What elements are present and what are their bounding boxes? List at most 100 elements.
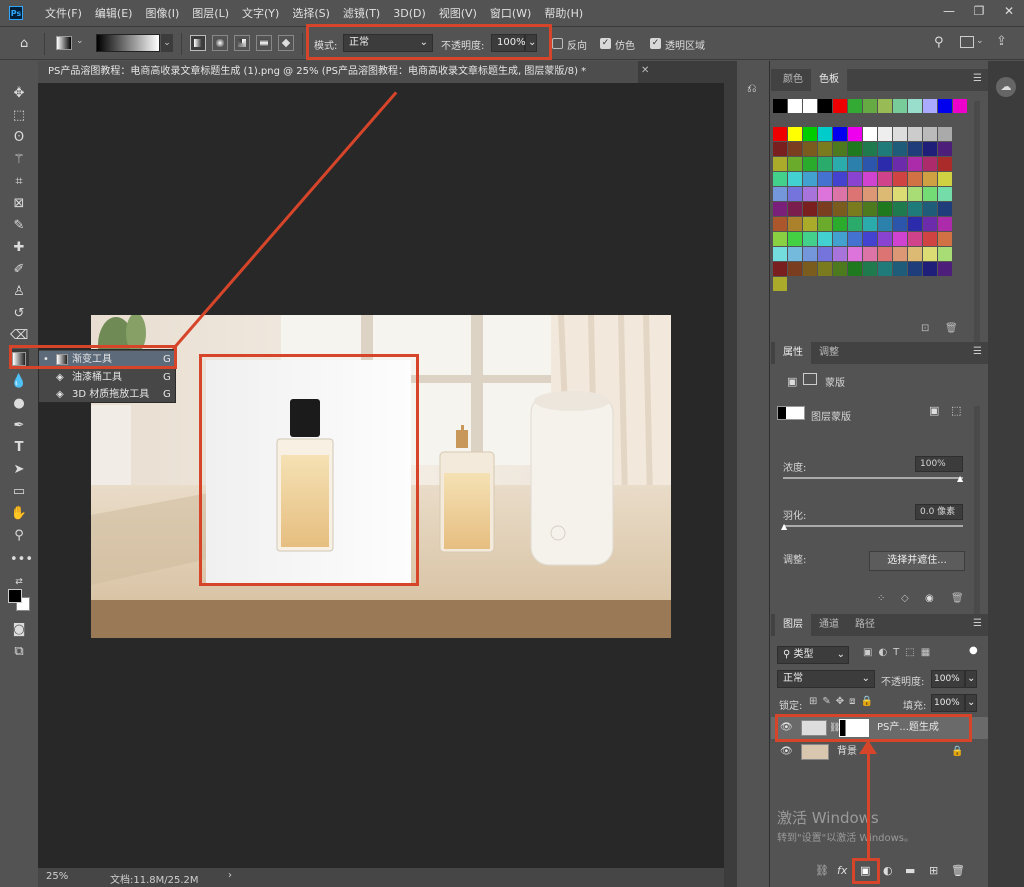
magic-wand-tool-icon[interactable]: ⚚ [10,151,28,169]
tab-close-icon[interactable]: ✕ [641,65,649,76]
swatch[interactable] [848,202,862,216]
status-expand-icon[interactable]: › [228,870,232,881]
swatch[interactable] [788,172,802,186]
swatch[interactable] [863,202,877,216]
home-icon[interactable]: ⌂ [20,36,28,51]
swatch[interactable] [863,157,877,171]
diamond-gradient-icon[interactable] [278,35,294,51]
swatch[interactable] [848,172,862,186]
quick-mask-icon[interactable]: ◙ [10,621,28,639]
swatch[interactable] [938,247,952,261]
swatch[interactable] [938,99,952,113]
tab-channels[interactable]: 通道 [811,614,847,636]
lasso-tool-icon[interactable]: ʘ [10,129,28,147]
density-input[interactable]: 100% [915,456,963,472]
fill-dropdown-icon[interactable]: ⌄ [965,694,977,712]
swatch[interactable] [803,232,817,246]
path-selection-tool-icon[interactable]: ➤ [10,461,28,479]
swatch[interactable] [848,247,862,261]
tab-paths[interactable]: 路径 [847,614,883,636]
menu-filter[interactable]: 滤镜(T) [343,5,380,21]
swatch[interactable] [923,202,937,216]
swatch[interactable] [908,217,922,231]
opacity-dropdown-icon[interactable]: ⌄ [965,670,977,688]
swatch[interactable] [803,202,817,216]
layer-opacity-input[interactable]: 100% [931,670,965,688]
swatch[interactable] [923,217,937,231]
swatch[interactable] [908,172,922,186]
swatch[interactable] [803,217,817,231]
healing-brush-tool-icon[interactable]: ✚ [10,239,28,257]
search-icon[interactable]: ⚲ [934,35,944,50]
swatch[interactable] [788,247,802,261]
swatch[interactable] [833,217,847,231]
swatch[interactable] [848,187,862,201]
swatch[interactable] [878,99,892,113]
swatch[interactable] [818,262,832,276]
swatch[interactable] [833,187,847,201]
transparency-checkbox[interactable]: ✓ [650,38,661,49]
workspace-icon[interactable] [960,36,974,48]
swatch[interactable] [803,127,817,141]
swatch[interactable] [893,142,907,156]
swatch[interactable] [923,99,937,113]
swatch[interactable] [878,142,892,156]
swatch[interactable] [818,127,832,141]
swatch[interactable] [893,187,907,201]
delete-mask-icon[interactable]: 🗑 [951,593,964,604]
swatch[interactable] [863,247,877,261]
filter-toggle-icon[interactable]: ● [969,645,978,656]
menu-image[interactable]: 图像(I) [145,5,179,21]
radial-gradient-icon[interactable] [212,35,228,51]
swatch[interactable] [923,127,937,141]
swatch[interactable] [878,187,892,201]
menu-help[interactable]: 帮助(H) [544,5,583,21]
swatch[interactable] [818,157,832,171]
swatch[interactable] [893,262,907,276]
swatch[interactable] [938,172,952,186]
visibility-eye-icon[interactable]: 👁 [780,741,793,763]
swatch[interactable] [788,157,802,171]
tab-adjustments[interactable]: 调整 [811,342,847,364]
zoom-level[interactable]: 25% [46,871,68,882]
swatch[interactable] [803,247,817,261]
menu-view[interactable]: 视图(V) [439,5,477,21]
vector-mask-icon[interactable] [803,373,817,385]
document-tab[interactable]: PS产品溶图教程：电商高收录文章标题生成 (1).png @ 25% (PS产品… [38,61,638,83]
fill-input[interactable]: 100% [931,694,965,712]
swatch[interactable] [878,247,892,261]
type-tool-icon[interactable]: T [10,439,28,457]
rectangle-tool-icon[interactable]: ▭ [10,483,28,501]
tool-preset-icon[interactable] [56,36,72,50]
swatch[interactable] [878,232,892,246]
swatch[interactable] [788,127,802,141]
swatch[interactable] [818,202,832,216]
flyout-item-3d-material[interactable]: ◈ 3D 材质拖放工具 G [39,386,177,403]
layer-filter-select[interactable]: ⚲ 类型 ⌄ [777,646,849,664]
swatch[interactable] [773,202,787,216]
swatch[interactable] [878,262,892,276]
swatch[interactable] [938,157,952,171]
swatch[interactable] [818,142,832,156]
menu-layer[interactable]: 图层(L) [192,5,229,21]
linear-gradient-icon[interactable] [190,35,206,51]
swatch[interactable] [788,262,802,276]
menu-3d[interactable]: 3D(D) [393,7,426,20]
new-layer-icon[interactable]: ⊞ [929,864,938,877]
swatch[interactable] [773,217,787,231]
swatch[interactable] [863,142,877,156]
swatch[interactable] [803,172,817,186]
panel-menu-icon[interactable]: ☰ [973,73,982,84]
minimize-icon[interactable]: — [934,0,964,22]
swatch[interactable] [893,157,907,171]
swatch[interactable] [773,127,787,141]
swatch[interactable] [938,202,952,216]
swatch[interactable] [773,262,787,276]
swatch[interactable] [818,247,832,261]
swatch[interactable] [923,262,937,276]
swatch[interactable] [908,142,922,156]
tab-properties[interactable]: 属性 [775,342,811,364]
swatch[interactable] [878,157,892,171]
layer-row[interactable]: 👁 背景 🔒 [771,741,988,763]
adjustment-layer-icon[interactable]: ◐ [883,864,893,877]
